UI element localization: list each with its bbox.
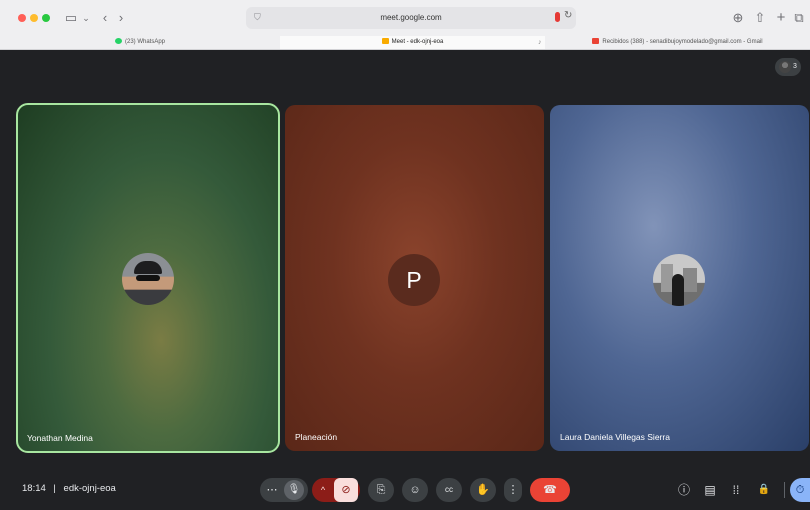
call-end-icon: ☎ xyxy=(543,484,557,496)
gmail-icon xyxy=(592,38,600,44)
captions-icon: cc xyxy=(445,485,453,494)
camera-control-group: ^ ⊘ xyxy=(312,478,360,502)
tab-label: (23) WhatsApp xyxy=(124,39,166,45)
tab-gmail[interactable]: Recibidos (388) - senadibujoymodelado@gm… xyxy=(545,36,810,49)
mic-control-group: ⋯ 🎙 xyxy=(260,478,308,502)
meet-icon xyxy=(381,38,389,44)
participant-tile-2[interactable]: P Planeación xyxy=(285,105,544,451)
lock-person-icon[interactable]: 🔒 xyxy=(753,478,775,502)
reactions-button[interactable]: ☺ xyxy=(402,478,428,502)
forward-icon[interactable]: › xyxy=(114,8,128,28)
avatar-building xyxy=(683,268,697,292)
reload-icon[interactable]: ↻ xyxy=(564,10,572,21)
close-window-button[interactable] xyxy=(18,14,26,22)
avatar-initial: P xyxy=(388,254,440,306)
divider xyxy=(784,482,785,498)
participants-chip[interactable]: 3 xyxy=(775,58,801,76)
tab-whatsapp[interactable]: (23) WhatsApp xyxy=(0,36,280,49)
avatar xyxy=(122,253,174,305)
clock-time: 18:14 xyxy=(22,483,46,494)
more-vert-icon: ⋮ xyxy=(507,484,519,496)
tab-label: Recibidos (388) - senadibujoymodelado@gm… xyxy=(602,39,763,45)
present-screen-icon: ⎘ xyxy=(376,484,386,496)
tab-bar: (23) WhatsApp Meet - edk-ojnj-eoa ♪ Reci… xyxy=(0,36,810,49)
participant-name: Planeación xyxy=(295,432,338,442)
leave-call-button[interactable]: ☎ xyxy=(530,478,570,502)
zoom-window-button[interactable] xyxy=(42,14,50,22)
separator: | xyxy=(53,483,56,494)
participant-count: 3 xyxy=(793,63,797,70)
new-tab-icon[interactable]: + xyxy=(773,8,789,28)
videocam-off-icon[interactable]: ⊘ xyxy=(334,478,358,502)
tab-overview-icon[interactable]: ⧉ xyxy=(791,8,807,28)
whatsapp-icon xyxy=(114,38,122,44)
browser-toolbar: ▭ ⌄ ‹ › ⛉ meet.google.com ↻ ⊕ ⇧ + ⧉ xyxy=(0,0,810,36)
more-horiz-icon[interactable]: ⋯ xyxy=(265,478,279,502)
present-button[interactable]: ⎘ xyxy=(368,478,394,502)
sidebar-icon[interactable]: ▭ xyxy=(62,8,80,28)
participant-name: Yonathan Medina xyxy=(27,433,93,443)
captions-button[interactable]: cc xyxy=(436,478,462,502)
tab-meet[interactable]: Meet - edk-ojnj-eoa ♪ xyxy=(280,36,545,49)
avatar-glasses xyxy=(136,275,160,281)
microphone-in-use-icon[interactable] xyxy=(555,12,560,22)
info-icon[interactable]: ⓘ xyxy=(673,478,695,502)
meeting-info: 18:14 | edk-ojnj-eoa xyxy=(22,468,116,510)
timer-icon[interactable]: ⏱ xyxy=(790,478,810,502)
apps-icon[interactable]: ⁞⁞ xyxy=(725,478,747,502)
hand-icon: ✋ xyxy=(476,484,490,496)
participant-name: Laura Daniela Villegas Sierra xyxy=(560,432,670,442)
emoji-icon: ☺ xyxy=(409,484,421,496)
share-icon[interactable]: ⇧ xyxy=(752,8,768,28)
participant-tile-3[interactable]: Laura Daniela Villegas Sierra xyxy=(550,105,809,451)
chat-icon[interactable]: ▤ xyxy=(699,478,721,502)
avatar xyxy=(653,254,705,306)
raise-hand-button[interactable]: ✋ xyxy=(470,478,496,502)
audio-playing-icon[interactable]: ♪ xyxy=(538,36,542,49)
chevron-up-icon[interactable]: ^ xyxy=(316,478,330,502)
mic-icon[interactable]: 🎙 xyxy=(284,480,304,500)
participant-avatar-icon xyxy=(779,61,791,73)
back-icon[interactable]: ‹ xyxy=(98,8,112,28)
avatar-person xyxy=(672,274,684,306)
meeting-code: edk-ojnj-eoa xyxy=(63,483,116,494)
chevron-down-icon[interactable]: ⌄ xyxy=(80,8,92,28)
downloads-icon[interactable]: ⊕ xyxy=(730,8,746,28)
participant-tile-1[interactable]: Yonathan Medina xyxy=(16,103,280,453)
more-options-button[interactable]: ⋮ xyxy=(504,478,522,502)
tab-label: Meet - edk-ojnj-eoa xyxy=(391,39,444,45)
url-text: meet.google.com xyxy=(380,13,442,22)
minimize-window-button[interactable] xyxy=(30,14,38,22)
browser-chrome: ▭ ⌄ ‹ › ⛉ meet.google.com ↻ ⊕ ⇧ + ⧉ (23)… xyxy=(0,0,810,50)
address-bar[interactable]: ⛉ meet.google.com ↻ xyxy=(246,7,576,29)
avatar-cap xyxy=(134,261,162,274)
